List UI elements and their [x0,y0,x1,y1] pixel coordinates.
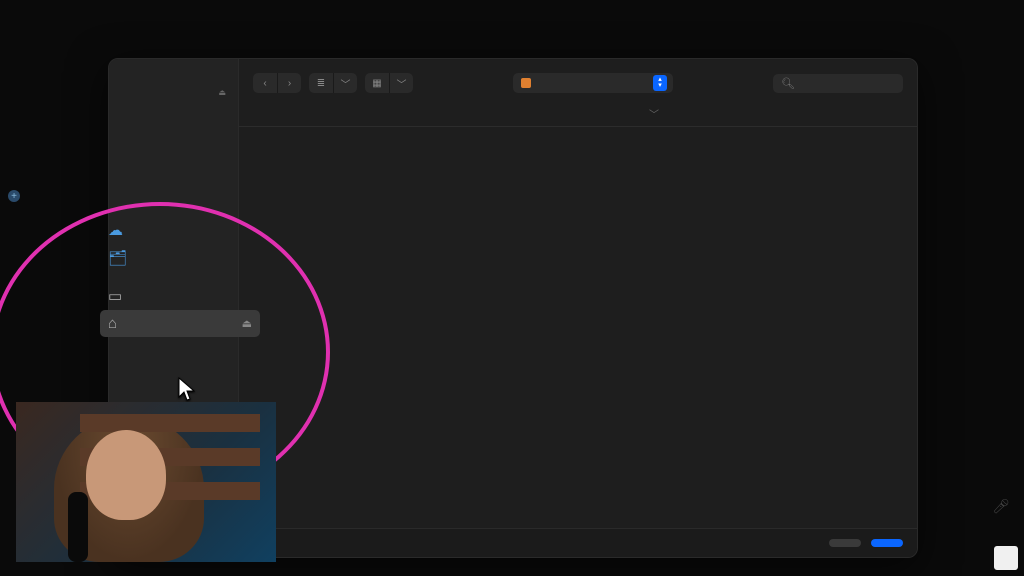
col-name[interactable] [253,101,573,126]
file-list [239,127,917,528]
external-drive-icon: ⌂ [108,315,126,332]
col-kind[interactable] [833,101,903,126]
shared-folder-icon: 🗂︎ [108,249,126,267]
forward-button[interactable]: › [277,73,301,93]
column-headers: ﹀ [239,101,917,127]
updown-icon: ▴▾ [653,75,667,91]
search-input[interactable] [801,77,895,89]
col-date[interactable]: ﹀ [643,101,833,126]
chevron-down-icon: ﹀ [649,106,659,121]
view-list-seg: ≣ ﹀ [309,73,357,93]
zoom-item-shared[interactable]: 🗂︎ [100,244,260,272]
mic-icon[interactable]: 🎤︎ [992,498,1010,515]
zoomed-sidebar: ☁ 🗂︎ ▭ ⌂ ⏏ [100,216,260,337]
cloud-icon: ☁ [108,221,126,239]
dialog-footer [239,528,917,557]
webcam-overlay [16,402,276,562]
dialog-main: ‹ › ≣ ﹀ ▦ ﹀ ▴▾ 🔍︎ ﹀ [239,59,917,557]
zoom-item-mac[interactable]: ▭ [100,282,260,310]
eject-icon[interactable]: ⏏ [218,88,226,97]
zoom-locations-label [100,272,260,282]
import-button[interactable] [871,539,903,547]
dialog-title [239,59,917,69]
col-size[interactable] [573,101,643,126]
search-icon: 🔍︎ [781,77,795,90]
icon-view-button[interactable]: ▦ [365,73,389,93]
drive-chip-icon [521,78,531,88]
search-field[interactable]: 🔍︎ [773,74,903,93]
back-button[interactable]: ‹ [253,73,277,93]
path-dropdown[interactable]: ▴▾ [513,73,673,93]
plus-icon: + [8,190,20,202]
list-view-chevron[interactable]: ﹀ [333,73,357,93]
nav-back-forward: ‹ › [253,73,301,93]
icon-view-chevron[interactable]: ﹀ [389,73,413,93]
toolbar: ‹ › ≣ ﹀ ▦ ﹀ ▴▾ 🔍︎ [239,69,917,101]
zoom-item-icloud[interactable]: ☁ [100,216,260,244]
sidebar-item-googledrive[interactable]: ⏏ [109,85,238,100]
bg-import-button[interactable]: + [8,190,26,202]
watermark [994,546,1018,570]
view-icon-seg: ▦ ﹀ [365,73,413,93]
list-view-button[interactable]: ≣ [309,73,333,93]
sidebar-item-downloads[interactable] [109,106,238,112]
zoom-item-lacie[interactable]: ⌂ ⏏ [100,310,260,337]
eject-icon[interactable]: ⏏ [242,317,252,330]
laptop-icon: ▭ [108,287,126,305]
cancel-button[interactable] [829,539,861,547]
